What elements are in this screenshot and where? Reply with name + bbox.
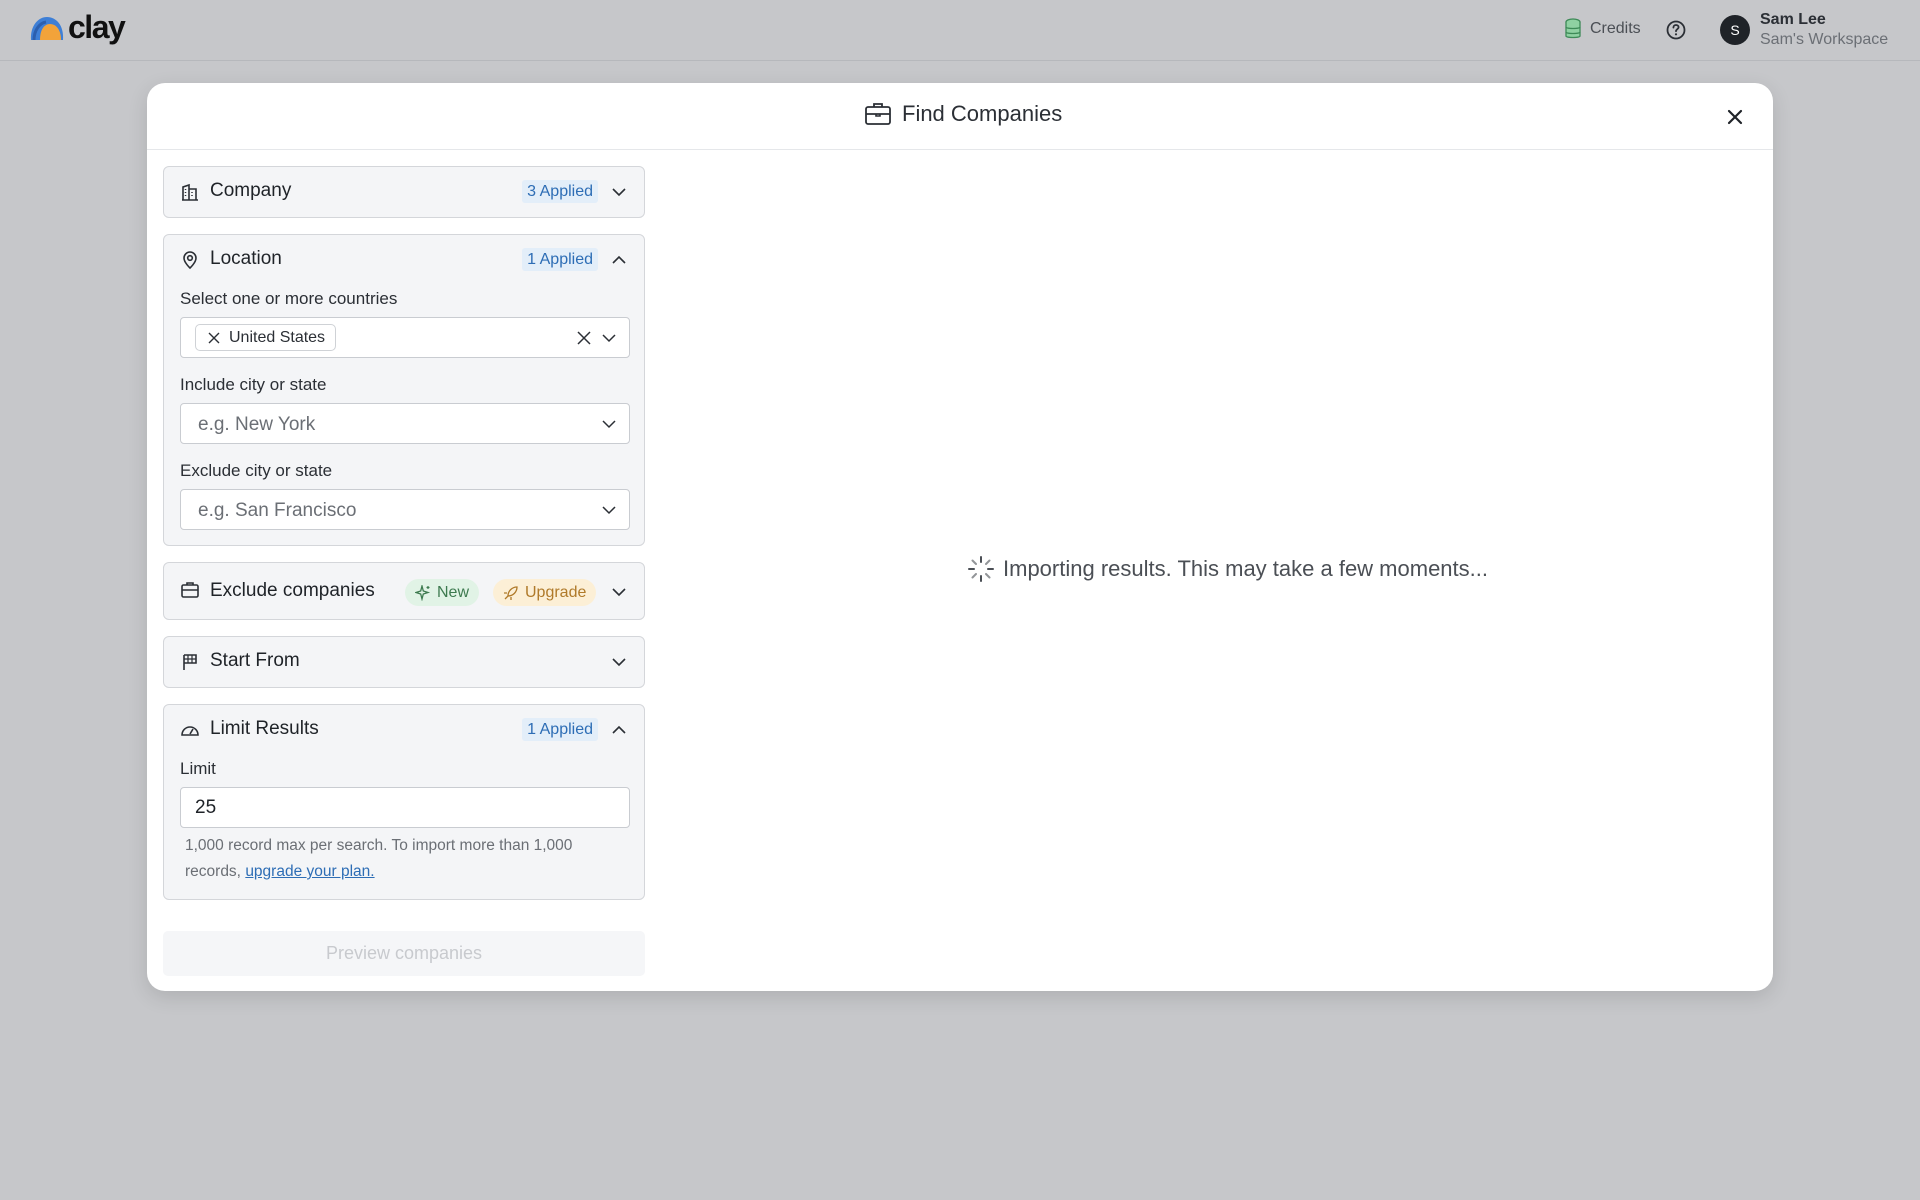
map-pin-icon: [183, 251, 197, 270]
company-applied-badge: 3 Applied: [522, 180, 598, 203]
company-section-header[interactable]: Company 3 Applied: [164, 167, 644, 217]
limit-results-title: Limit Results: [210, 718, 319, 739]
chevron-down-icon[interactable]: [610, 653, 628, 671]
chevron-down-icon[interactable]: [601, 502, 617, 518]
remove-chip-icon[interactable]: [208, 332, 220, 344]
exclude-city-select[interactable]: e.g. San Francisco: [180, 489, 630, 530]
find-companies-modal: Find Companies Company 3 Applied Locatio…: [147, 83, 1773, 991]
new-badge-label: New: [437, 583, 470, 601]
logo-text: clay: [68, 9, 126, 45]
credits-label: Credits: [1590, 20, 1641, 37]
user-menu[interactable]: S Sam Lee Sam's Workspace: [1720, 10, 1888, 50]
start-from-header[interactable]: Start From: [164, 637, 644, 687]
loading-text: Importing results. This may take a few m…: [1003, 556, 1488, 581]
close-icon[interactable]: [1723, 105, 1747, 129]
company-title: Company: [210, 180, 292, 201]
limit-input[interactable]: 25: [180, 787, 630, 828]
gauge-icon: [181, 726, 199, 736]
flag-icon: [183, 654, 197, 670]
exclude-city-label: Exclude city or state: [180, 461, 333, 480]
limit-label: Limit: [180, 759, 216, 778]
country-chip: United States: [195, 324, 337, 351]
location-section-header[interactable]: Location 1 Applied: [164, 235, 644, 285]
start-from-section[interactable]: Start From: [163, 636, 645, 688]
credits-button[interactable]: Credits: [1564, 18, 1641, 40]
location-applied-badge: 1 Applied: [522, 248, 598, 271]
chevron-down-icon[interactable]: [610, 583, 628, 601]
chevron-up-icon[interactable]: [610, 721, 628, 739]
clear-icon[interactable]: [577, 331, 591, 345]
loading-status: Importing results. This may take a few m…: [967, 555, 1488, 583]
company-section[interactable]: Company 3 Applied: [163, 166, 645, 218]
spinner-icon: [968, 556, 994, 582]
clay-logo-icon: [30, 17, 64, 41]
chevron-down-icon[interactable]: [601, 416, 617, 432]
help-icon[interactable]: [1665, 19, 1687, 41]
rocket-icon: [504, 585, 518, 600]
country-chip-label: United States: [229, 328, 326, 346]
countries-select[interactable]: United States: [180, 317, 630, 358]
modal-title-text: Find Companies: [902, 101, 1063, 126]
coins-icon: [1565, 18, 1581, 39]
location-section: Location 1 Applied Select one or more co…: [163, 234, 645, 546]
include-city-select[interactable]: e.g. New York: [180, 403, 630, 444]
top-bar: clay Credits S Sam Lee Sam's Workspace: [0, 0, 1920, 61]
briefcase-icon: [181, 582, 199, 598]
exclude-companies-section[interactable]: Exclude companies New Upgrade: [163, 562, 645, 620]
preview-companies-button[interactable]: Preview companies: [163, 931, 645, 976]
modal-header: Find Companies: [147, 83, 1773, 150]
start-from-title: Start From: [210, 650, 300, 671]
limit-note-text: 1,000 record max per search. To import m…: [185, 837, 573, 880]
chevron-down-icon[interactable]: [601, 330, 617, 346]
limit-note: 1,000 record max per search. To import m…: [185, 833, 615, 885]
countries-label: Select one or more countries: [180, 289, 398, 308]
briefcase-icon: [865, 103, 891, 125]
limit-results-header[interactable]: Limit Results 1 Applied: [164, 705, 644, 755]
include-city-label: Include city or state: [180, 375, 327, 394]
upgrade-badge-label: Upgrade: [525, 583, 587, 601]
location-title: Location: [210, 248, 282, 269]
workspace-name: Sam's Workspace: [1760, 31, 1889, 48]
exclude-companies-header[interactable]: Exclude companies New Upgrade: [164, 563, 644, 621]
avatar: S: [1720, 15, 1750, 45]
include-city-placeholder: e.g. New York: [198, 414, 316, 435]
sparkle-icon: [415, 584, 431, 601]
upgrade-plan-link[interactable]: upgrade your plan.: [245, 863, 374, 880]
limit-results-section: Limit Results 1 Applied Limit 25 1,000 r…: [163, 704, 645, 900]
chevron-up-icon[interactable]: [610, 251, 628, 269]
modal-title: Find Companies: [864, 101, 1062, 127]
limit-applied-badge: 1 Applied: [522, 718, 598, 741]
exclude-companies-title: Exclude companies: [210, 580, 375, 601]
new-badge: New: [405, 579, 480, 606]
chevron-down-icon[interactable]: [610, 183, 628, 201]
exclude-city-placeholder: e.g. San Francisco: [198, 500, 357, 521]
building-icon: [182, 183, 198, 201]
upgrade-badge[interactable]: Upgrade: [493, 579, 597, 606]
clay-logo[interactable]: clay: [28, 9, 126, 45]
user-name: Sam Lee: [1760, 11, 1826, 28]
